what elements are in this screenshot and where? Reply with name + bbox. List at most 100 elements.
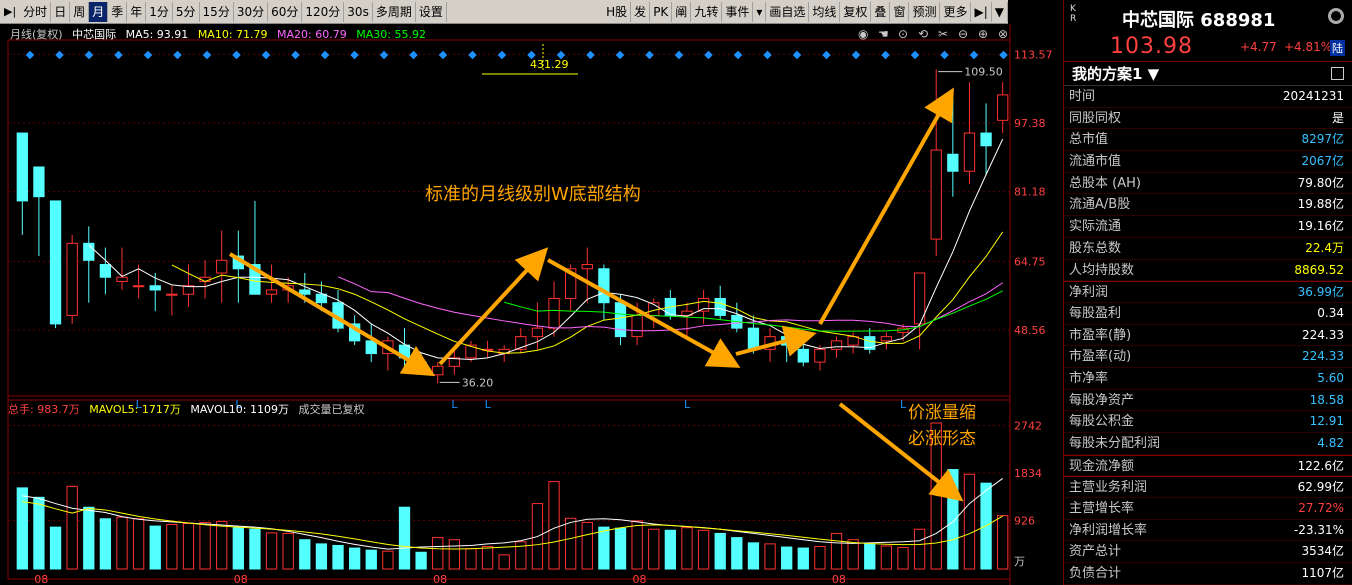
chart-tool-icon: ⊕	[978, 27, 988, 41]
period-tab[interactable]: 5分	[173, 1, 200, 22]
period-tab[interactable]: 日	[51, 1, 71, 22]
low-marker: L	[900, 398, 907, 411]
quote-row-label: 负债合计	[1069, 566, 1122, 582]
period-tab[interactable]: 设置	[416, 1, 447, 22]
quote-row-value: 27.72%	[1298, 501, 1344, 516]
quote-row: 市净率 5.60	[1064, 368, 1352, 390]
period-tab[interactable]: 60分	[268, 1, 303, 22]
x-tick: 08	[234, 573, 248, 585]
candle-body	[116, 276, 128, 282]
period-tab[interactable]: 1分	[146, 1, 173, 22]
chart-canvas[interactable]: 113.57 97.38 81.18 64.75 48.56 2742 1834 926 万 43…	[0, 24, 1062, 585]
event-diamond	[940, 50, 949, 60]
toolbar-button[interactable]: PK	[650, 1, 673, 22]
price-change: +4.77	[1240, 40, 1277, 54]
volume-bar	[49, 526, 62, 570]
candle-body	[216, 259, 228, 274]
candle-body	[16, 132, 28, 202]
toolbar-button[interactable]: ▾	[753, 1, 767, 22]
x-tick: 08	[34, 573, 48, 585]
toolbar-button[interactable]: 预测	[909, 1, 941, 22]
chart-tool-icon: ✂	[938, 27, 948, 41]
volume-bar	[348, 547, 361, 570]
toolbar-button[interactable]: 叠	[871, 1, 891, 22]
volume-bar	[681, 527, 693, 570]
candle-body	[714, 297, 726, 316]
quote-row-value: 79.80亿	[1297, 175, 1344, 190]
dropdown-icon[interactable]: ▼	[992, 1, 1008, 22]
volume-note: 必涨形态	[908, 429, 976, 449]
volume-bar	[132, 518, 145, 570]
candle-body	[980, 132, 992, 147]
volume-bar	[864, 543, 876, 570]
toolbar-button[interactable]: 阐	[672, 1, 692, 22]
last-price: 103.98	[1110, 34, 1193, 59]
toolbar-button[interactable]: 均线	[809, 1, 841, 22]
volume-bar	[581, 521, 593, 570]
period-tab[interactable]: 季	[108, 1, 128, 22]
toolbar-button[interactable]: 九转	[691, 1, 723, 22]
volume-legend: 总手: 983.7万 MAVOL5: 1717万 MAVOL10: 1109万 …	[8, 401, 370, 417]
period-tab[interactable]: 年	[127, 1, 147, 22]
period-tab[interactable]: 多周期	[373, 1, 416, 22]
period-tab[interactable]: 分时	[20, 1, 52, 22]
quote-row-label: 每股公积金	[1069, 414, 1135, 430]
volume-bar	[963, 473, 976, 570]
toolbar-button[interactable]: H股	[603, 1, 632, 22]
period-tab[interactable]: 15分	[200, 1, 234, 22]
candle-body	[365, 340, 377, 355]
low-marker: L	[485, 398, 492, 411]
toolbar-button[interactable]: 窗	[890, 1, 910, 22]
settings-icon[interactable]	[1328, 8, 1344, 24]
volume-bar	[365, 549, 377, 570]
volume-bar	[166, 524, 178, 570]
period-tab[interactable]: 30分	[234, 1, 269, 22]
quote-rows: 时间 20241231 同股同权 是总市值 8297亿 流通市值 2067亿 总股本 (AH)…	[1064, 86, 1352, 585]
event-diamond	[497, 50, 507, 60]
toolbar-button[interactable]: 发	[631, 1, 651, 22]
toolbar-button[interactable]: 事件	[722, 1, 754, 22]
candle-body	[963, 132, 976, 172]
volume-bar	[764, 543, 776, 570]
event-diamond	[999, 50, 1008, 60]
toolbar-button[interactable]: 复权	[840, 1, 872, 22]
plan-selector[interactable]: 我的方案1 ▼	[1064, 62, 1352, 86]
volume-bar	[299, 539, 311, 570]
nav-arrows-icon[interactable]: ▶|	[0, 5, 20, 18]
candle-body	[299, 289, 311, 295]
volume-bar	[913, 528, 926, 570]
edit-icon[interactable]	[1331, 67, 1344, 80]
chart-tool-icon: ⊖	[958, 27, 968, 41]
next-icon[interactable]: ▶|	[971, 1, 992, 22]
x-tick: 08	[832, 573, 846, 585]
quote-row-label: 市盈率(静)	[1069, 327, 1132, 343]
volume-bar	[33, 496, 45, 570]
quote-row-value: 224.33	[1302, 349, 1344, 364]
volume-bar	[66, 485, 78, 570]
period-tab[interactable]: 120分	[302, 1, 345, 22]
period-tab[interactable]: 月	[89, 1, 109, 22]
quote-row: 每股公积金 12.91	[1064, 411, 1352, 433]
volume-bar	[565, 517, 577, 570]
volume-bar	[149, 525, 161, 570]
kline-chart[interactable]: 113.57 97.38 81.18 64.75 48.56 2742 1834 926 万 43…	[0, 24, 1062, 585]
volume-unit: 万	[1014, 555, 1025, 568]
period-tab[interactable]: 周	[70, 1, 90, 22]
chart-tool-icon: ⊗	[998, 27, 1008, 41]
period-tab[interactable]: 30s	[344, 1, 373, 22]
quote-row: 流通A/B股 19.88亿	[1064, 194, 1352, 217]
candle-body	[548, 297, 560, 329]
event-diamond	[586, 50, 595, 60]
event-diamond	[969, 50, 979, 60]
chart-tool-icon: ☚	[878, 27, 889, 41]
toolbar-button[interactable]: 画自选	[766, 1, 810, 22]
toolbar-button[interactable]: 更多	[940, 1, 972, 22]
quote-panel: K R 中芯国际 688981 103.98 +4.77 +4.81% 陆 我的…	[1063, 0, 1352, 585]
volume-bar	[648, 528, 660, 570]
candle-body	[947, 153, 959, 172]
quote-row: 市盈率(动) 224.33	[1064, 346, 1352, 368]
quote-row: 每股净资产 18.58	[1064, 390, 1352, 412]
event-diamond	[881, 50, 890, 60]
quote-row: 股东总数 22.4万	[1064, 238, 1352, 260]
event-diamond	[379, 50, 389, 60]
